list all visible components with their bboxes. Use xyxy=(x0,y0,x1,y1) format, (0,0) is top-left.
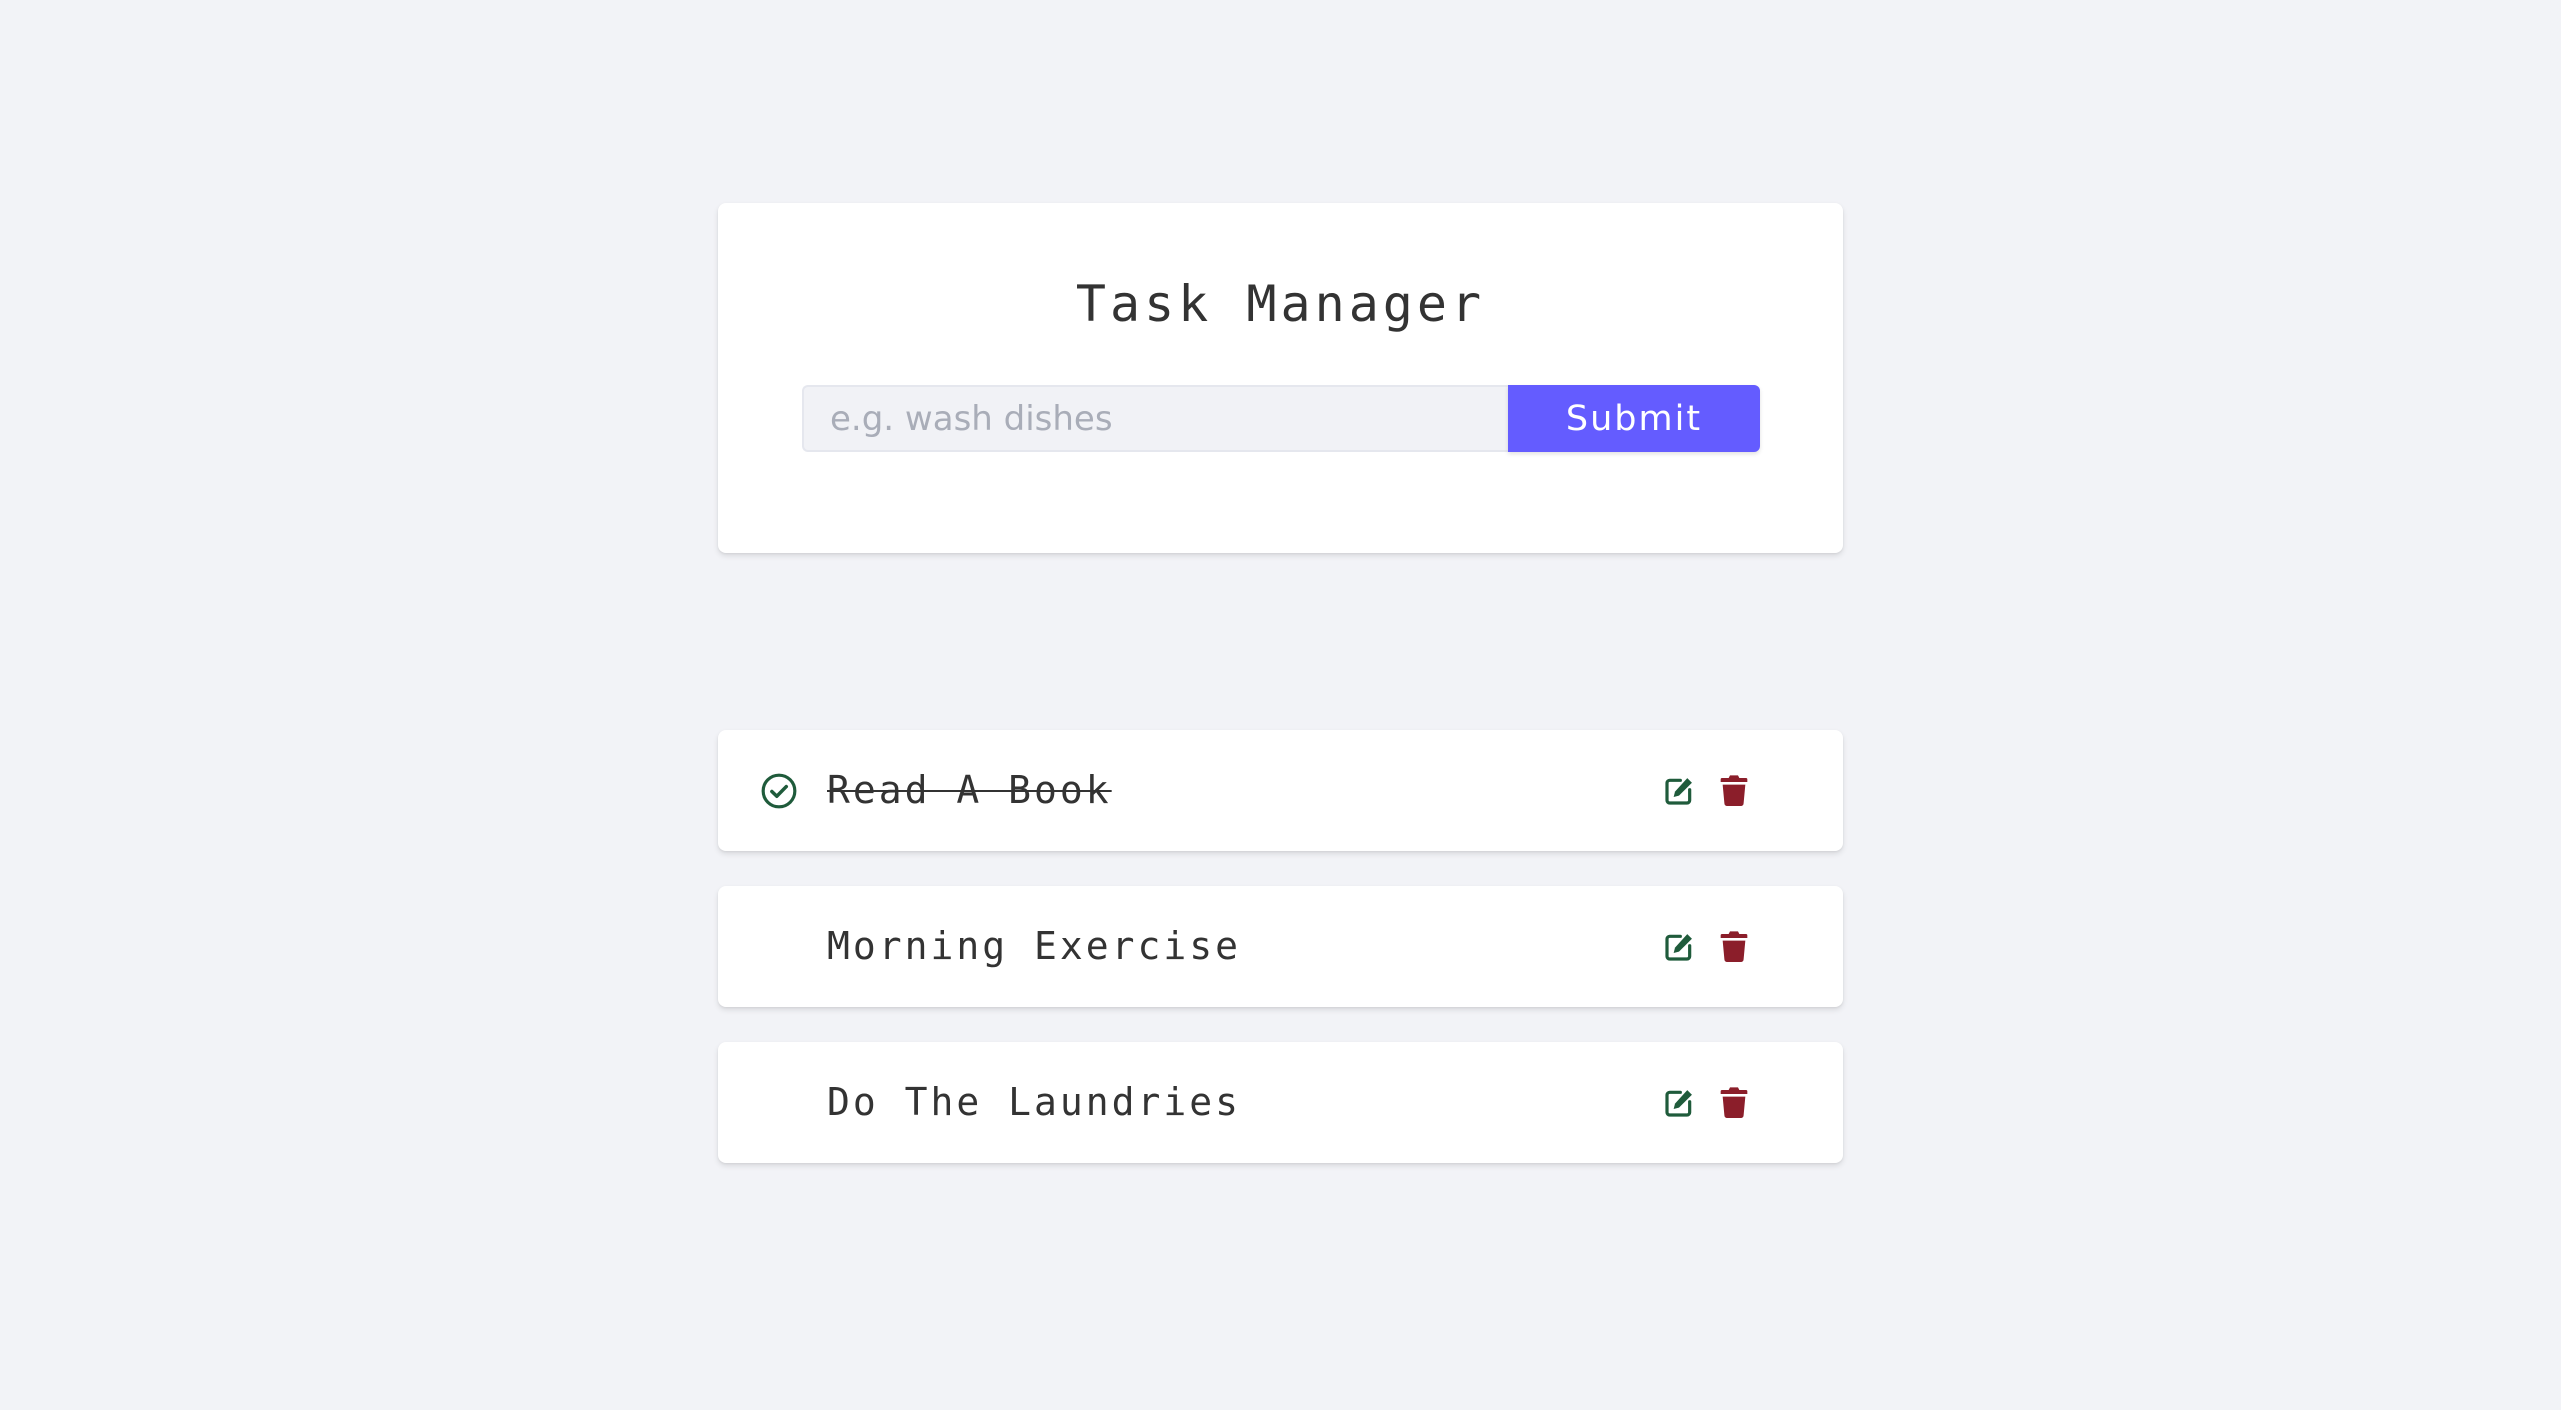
trash-icon[interactable] xyxy=(1720,1086,1748,1118)
task-form: Submit xyxy=(802,385,1842,452)
edit-icon[interactable] xyxy=(1663,931,1695,963)
task-input[interactable] xyxy=(802,385,1508,452)
edit-icon[interactable] xyxy=(1663,1087,1695,1119)
trash-icon[interactable] xyxy=(1720,774,1748,806)
task-item: Read A Book xyxy=(718,730,1843,851)
task-name: Read A Book xyxy=(827,768,1112,812)
task-form-card: Task Manager Submit xyxy=(718,203,1843,553)
task-item: Do The Laundries xyxy=(718,1042,1843,1163)
edit-icon[interactable] xyxy=(1663,775,1695,807)
check-circle-icon[interactable] xyxy=(760,772,798,810)
task-name: Morning Exercise xyxy=(827,924,1242,968)
page-title: Task Manager xyxy=(1075,275,1486,333)
task-name: Do The Laundries xyxy=(827,1080,1242,1124)
trash-icon[interactable] xyxy=(1720,930,1748,962)
submit-button[interactable]: Submit xyxy=(1508,385,1760,452)
task-item: Morning Exercise xyxy=(718,886,1843,1007)
